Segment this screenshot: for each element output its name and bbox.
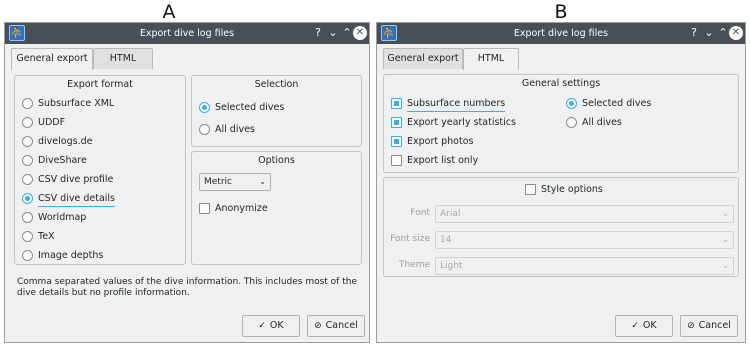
- radio-indicator: [22, 231, 33, 242]
- check-icon: ✓: [258, 321, 266, 331]
- radio-label: UDDF: [38, 117, 66, 128]
- chevron-down-icon: ⌄: [722, 235, 729, 244]
- radio-label: Image depths: [38, 250, 104, 261]
- font-size-value: 14: [440, 235, 452, 245]
- radio-label: Selected dives: [215, 102, 285, 113]
- radio-label: CSV dive details: [38, 192, 115, 207]
- tab-html[interactable]: HTML: [93, 48, 153, 69]
- cancel-button[interactable]: ⊘ Cancel: [680, 315, 738, 337]
- panel-b-letter: B: [554, 1, 568, 23]
- cancel-icon: ⊘: [314, 321, 322, 331]
- cancel-label: Cancel: [698, 320, 731, 331]
- minimize-icon[interactable]: ⌄: [326, 26, 340, 40]
- font-label: Font: [410, 208, 430, 218]
- cancel-icon: ⊘: [687, 321, 695, 331]
- selection-group: Selection Selected dives All dives: [191, 75, 362, 147]
- radio-indicator: [22, 155, 33, 166]
- font-value: Arial: [440, 209, 461, 219]
- theme-value: Light: [440, 261, 463, 271]
- radio-indicator: [199, 124, 210, 135]
- ok-button[interactable]: ✓ OK: [242, 315, 300, 337]
- ok-button[interactable]: ✓ OK: [615, 315, 673, 337]
- checkbox-indicator: [391, 98, 402, 109]
- cancel-button[interactable]: ⊘ Cancel: [307, 315, 365, 337]
- radio-label: CSV dive profile: [38, 174, 114, 185]
- tab-html[interactable]: HTML: [463, 48, 519, 70]
- checkbox-indicator: [199, 203, 210, 214]
- maximize-icon[interactable]: ⌃: [340, 26, 354, 40]
- options-group: Options Metric ⌄ Anonymize: [191, 151, 362, 265]
- radio-label: All dives: [582, 117, 622, 128]
- general-settings-group: General settings Subsurface numbers Expo…: [383, 74, 739, 173]
- font-size-label: Font size: [390, 234, 430, 244]
- radio-label: All dives: [215, 124, 255, 135]
- checkbox-label: Style options: [541, 184, 603, 195]
- radio-indicator: [22, 250, 33, 261]
- close-icon[interactable]: ✕: [353, 26, 367, 40]
- checkbox-indicator: [391, 136, 402, 147]
- maximize-icon[interactable]: ⌃: [716, 26, 730, 40]
- export-dialog-a: ⛹ Export dive log files ? ⌄ ⌃ ✕ General …: [4, 22, 370, 343]
- theme-label: Theme: [398, 260, 430, 270]
- chevron-down-icon: ⌄: [722, 261, 729, 270]
- group-title: Options: [258, 155, 295, 166]
- radio-indicator: [22, 193, 33, 204]
- tab-general-export[interactable]: General export: [383, 48, 463, 69]
- chevron-down-icon: ⌄: [259, 177, 266, 186]
- titlebar: ⛹ Export dive log files ? ⌄ ⌃ ✕: [5, 23, 369, 44]
- chevron-down-icon: ⌄: [722, 209, 729, 218]
- group-title: Selection: [254, 79, 299, 90]
- panel-a-letter: A: [162, 1, 176, 23]
- export-format-group: Export format Subsurface XML UDDF divelo…: [14, 75, 186, 265]
- radio-indicator: [22, 117, 33, 128]
- checkbox-indicator: [391, 117, 402, 128]
- format-description: Comma separated values of the dive infor…: [17, 277, 357, 298]
- checkbox-label: Export yearly statistics: [407, 117, 516, 128]
- checkbox-label: Subsurface numbers: [407, 97, 506, 112]
- close-icon[interactable]: ✕: [729, 26, 743, 40]
- radio-label: DiveShare: [38, 155, 87, 166]
- checkbox-label: Export photos: [407, 136, 474, 147]
- radio-indicator: [199, 102, 210, 113]
- titlebar: ⛹ Export dive log files ? ⌄ ⌃ ✕: [377, 23, 745, 44]
- ok-label: OK: [269, 320, 284, 331]
- units-value: Metric: [204, 177, 232, 187]
- cancel-label: Cancel: [325, 320, 358, 331]
- radio-indicator: [22, 136, 33, 147]
- group-title: Export format: [67, 79, 133, 90]
- check-icon: ✓: [631, 321, 639, 331]
- font-size-select[interactable]: 14 ⌄: [435, 231, 734, 249]
- checkbox-label: Anonymize: [215, 203, 268, 214]
- radio-indicator: [22, 212, 33, 223]
- units-select[interactable]: Metric ⌄: [199, 173, 271, 191]
- minimize-icon[interactable]: ⌄: [702, 26, 716, 40]
- checkbox-label: Export list only: [407, 155, 479, 166]
- radio-label: Selected dives: [582, 98, 652, 109]
- radio-label: Worldmap: [38, 212, 87, 223]
- group-title: General settings: [521, 78, 601, 89]
- radio-label: TeX: [38, 231, 55, 242]
- export-dialog-b: ⛹ Export dive log files ? ⌄ ⌃ ✕ General …: [376, 22, 746, 343]
- radio-label: Subsurface XML: [38, 98, 115, 109]
- checkbox-indicator: [391, 155, 402, 166]
- radio-indicator: [566, 98, 577, 109]
- radio-label: divelogs.de: [38, 136, 93, 147]
- theme-select[interactable]: Light ⌄: [435, 257, 734, 275]
- help-icon[interactable]: ?: [687, 26, 701, 40]
- ok-label: OK: [642, 320, 657, 331]
- font-select[interactable]: Arial ⌄: [435, 205, 734, 223]
- tab-general-export[interactable]: General export: [11, 48, 93, 70]
- radio-indicator: [22, 174, 33, 185]
- radio-indicator: [566, 117, 577, 128]
- checkbox-indicator: [525, 184, 536, 195]
- radio-indicator: [22, 98, 33, 109]
- help-icon[interactable]: ?: [311, 26, 325, 40]
- style-options-group: Style options Font Arial ⌄ Font size 14 …: [383, 177, 739, 277]
